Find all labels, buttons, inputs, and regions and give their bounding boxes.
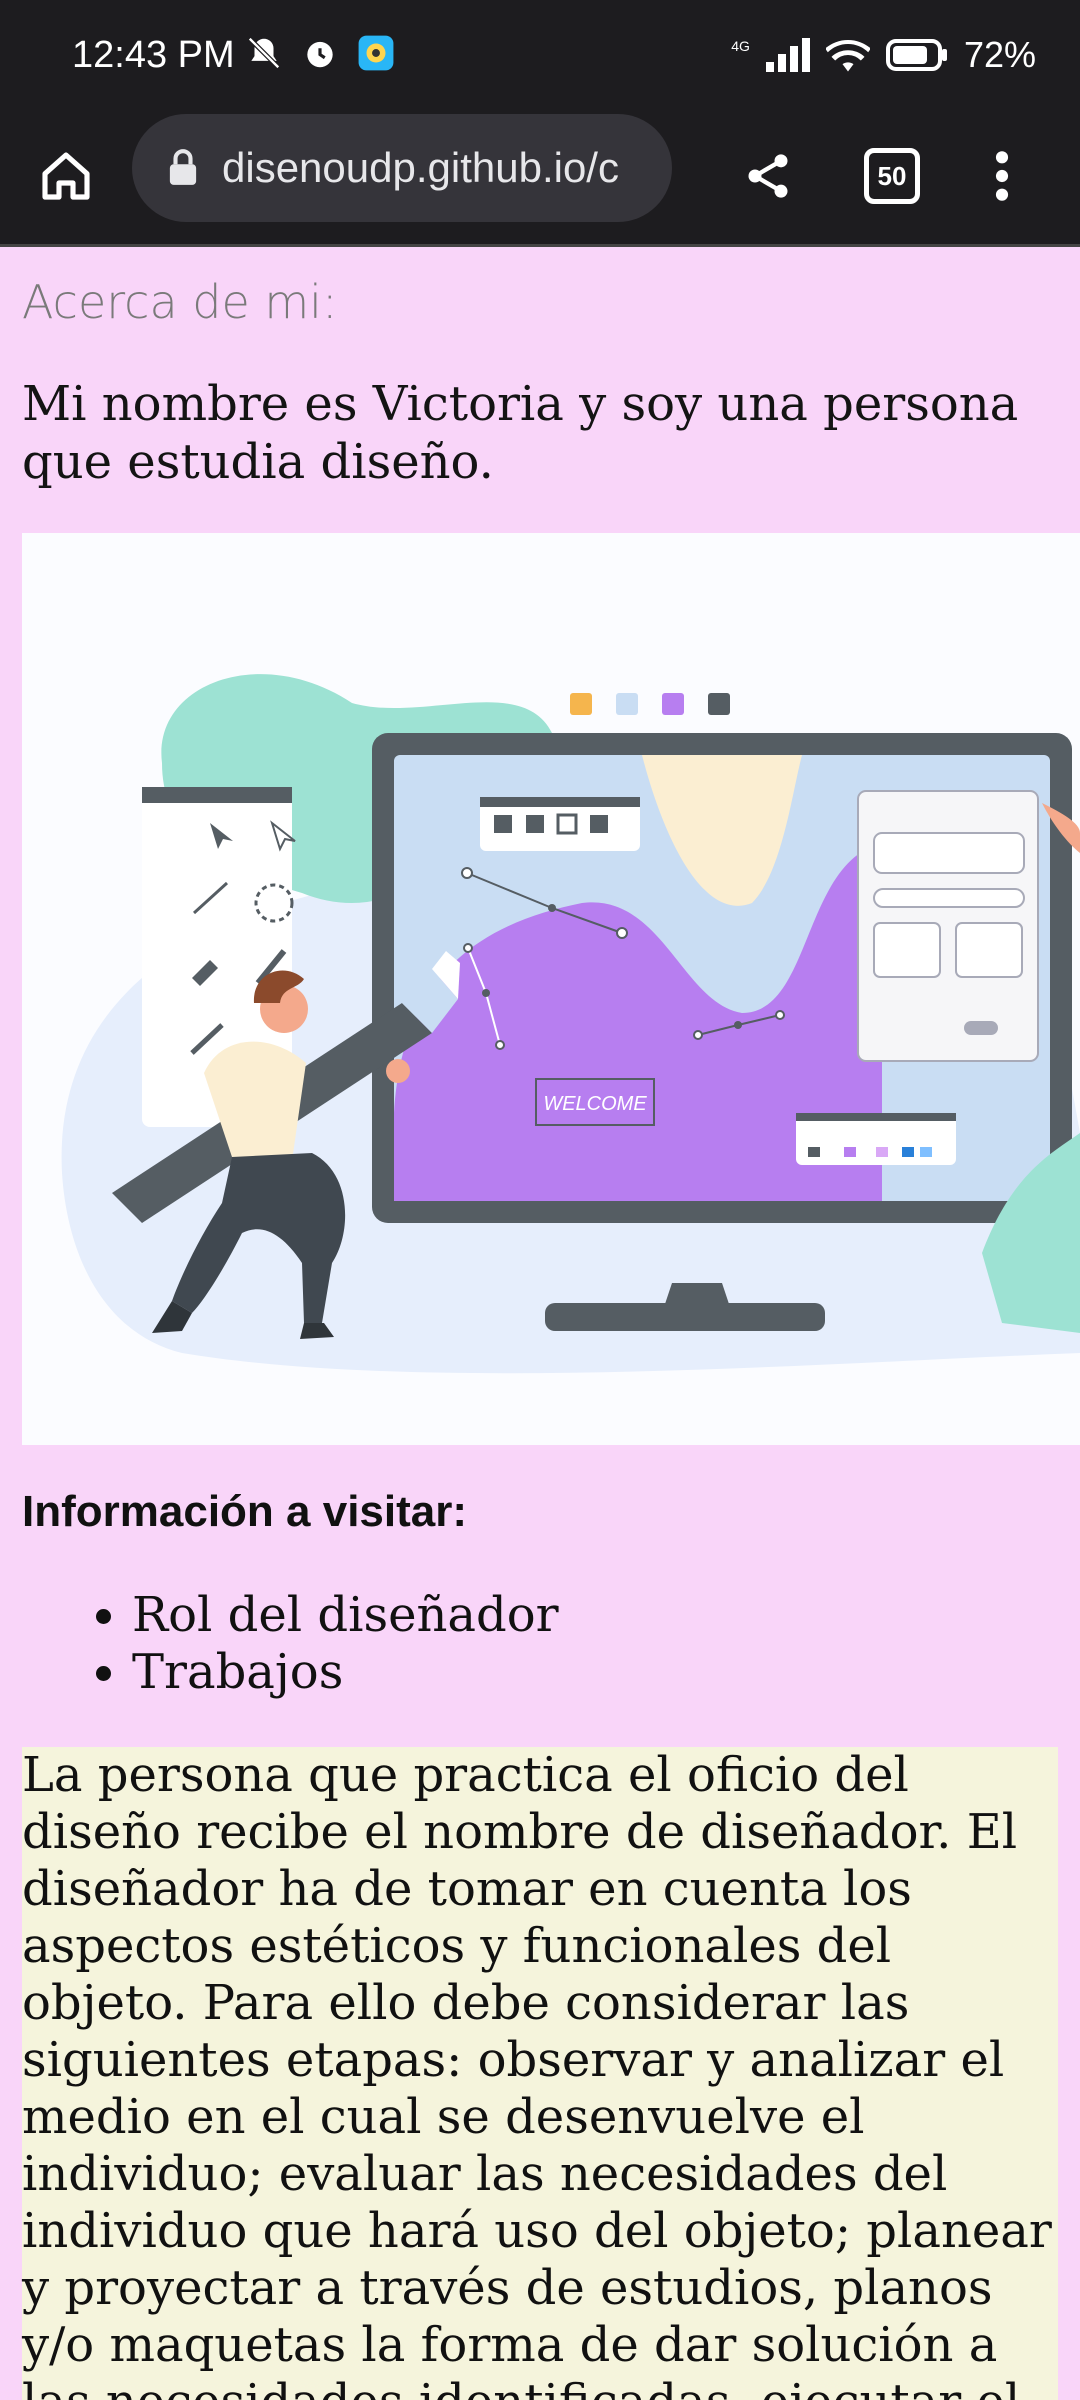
share-button[interactable]	[728, 136, 808, 216]
tab-count: 50	[864, 148, 920, 204]
url-text: disenoudp.github.io/c	[222, 144, 619, 191]
intro-text: Mi nombre es Victoria y soy una persona …	[22, 376, 1019, 490]
description-paragraph: La persona que practica el oficio del di…	[22, 1747, 1058, 2400]
status-bar: 12:43 PM 4G 72%	[0, 0, 1080, 114]
network-type: 4G	[731, 38, 750, 54]
lock-icon	[169, 149, 197, 185]
info-heading: Información a visitar:	[22, 1487, 468, 1536]
status-time: 12:43 PM	[72, 34, 235, 76]
status-right: 4G 72%	[731, 34, 1036, 76]
browser-toolbar: disenoudp.github.io/c 50	[0, 114, 1080, 247]
more-vertical-icon	[995, 151, 1009, 201]
app-notification-icon	[358, 35, 394, 71]
home-icon	[42, 152, 90, 200]
welcome-label: WELCOME	[543, 1093, 647, 1115]
link-trabajos[interactable]: Trabajos	[132, 1644, 559, 1701]
battery-level: 72%	[963, 34, 1036, 75]
home-button[interactable]	[26, 136, 106, 216]
designer-illustration: WELCOME	[22, 533, 1080, 1445]
section-label: Acerca de mi:	[22, 275, 338, 329]
wifi-icon	[825, 40, 870, 72]
mute-icon	[248, 37, 280, 69]
page-content[interactable]: Acerca de mi: Mi nombre es Victoria y so…	[0, 247, 1080, 2400]
battery-icon	[885, 39, 947, 71]
tabs-button[interactable]: 50	[852, 136, 932, 216]
alarm-icon	[307, 41, 333, 68]
link-rol-disenador[interactable]: Rol del diseñador	[132, 1587, 559, 1644]
menu-button[interactable]	[962, 136, 1042, 216]
links-list: Rol del diseñador Trabajos	[132, 1587, 559, 1701]
address-bar[interactable]: disenoudp.github.io/c	[132, 114, 672, 222]
status-icons	[245, 34, 395, 72]
share-icon	[748, 154, 788, 198]
signal-icon	[765, 38, 810, 72]
